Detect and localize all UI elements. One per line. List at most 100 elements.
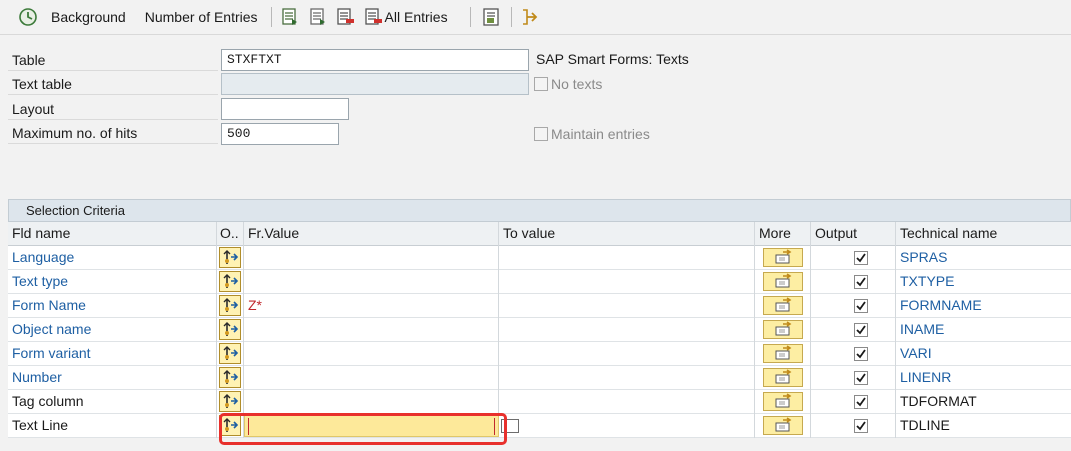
- multiple-selection-arrow-icon: [775, 297, 792, 312]
- technical-name: TDFORMAT: [900, 393, 977, 409]
- selection-option-button[interactable]: [219, 295, 241, 316]
- col-header-fld-name[interactable]: Fld name: [8, 222, 217, 246]
- field-name[interactable]: Form Name: [8, 294, 217, 318]
- multiple-selection-button[interactable]: [763, 416, 803, 435]
- number-of-entries-button[interactable]: Number of Entries: [145, 0, 258, 34]
- no-texts-label: No texts: [551, 76, 603, 92]
- more-cell: [755, 414, 811, 438]
- multiple-selection-arrow-icon: [775, 345, 792, 360]
- field-name[interactable]: Form variant: [8, 342, 217, 366]
- more-cell: [755, 270, 811, 294]
- export-button[interactable]: [520, 0, 540, 34]
- output-checkbox[interactable]: [854, 419, 868, 433]
- selection-option-button[interactable]: [219, 319, 241, 340]
- text-table-label: Text table: [8, 73, 218, 95]
- selection-option-icon: [223, 322, 239, 336]
- multiple-selection-arrow-icon: [775, 321, 792, 336]
- col-header-technical-name[interactable]: Technical name: [896, 222, 1071, 246]
- output-checkbox[interactable]: [854, 323, 868, 337]
- from-value-input[interactable]: [244, 366, 499, 390]
- field-selection-button[interactable]: [481, 0, 501, 34]
- checkmark-icon: [856, 349, 866, 359]
- select-block-icon: [309, 8, 325, 25]
- multiple-selection-button[interactable]: [763, 368, 803, 387]
- output-checkbox[interactable]: [854, 251, 868, 265]
- technical-name: VARI: [900, 345, 932, 361]
- selection-option-button[interactable]: [219, 343, 241, 364]
- all-entries-button[interactable]: All Entries: [364, 0, 448, 34]
- no-texts-checkbox[interactable]: [534, 77, 548, 91]
- selection-option-button[interactable]: [219, 271, 241, 292]
- max-hits-label: Maximum no. of hits: [8, 122, 218, 144]
- table-row: Form variant VARI: [8, 342, 1071, 366]
- field-name[interactable]: Object name: [8, 318, 217, 342]
- checkmark-icon: [856, 373, 866, 383]
- multiple-selection-button[interactable]: [763, 272, 803, 291]
- from-value-input[interactable]: [244, 390, 499, 414]
- more-cell: [755, 318, 811, 342]
- multiple-selection-button[interactable]: [763, 320, 803, 339]
- output-checkbox[interactable]: [854, 299, 868, 313]
- layout-input[interactable]: [221, 98, 349, 120]
- to-value-input[interactable]: [499, 414, 755, 438]
- field-name[interactable]: Number: [8, 366, 217, 390]
- output-cell: [811, 342, 896, 366]
- max-hits-input[interactable]: 500: [221, 123, 339, 145]
- to-value-input[interactable]: [499, 294, 755, 318]
- field-name[interactable]: Text type: [8, 270, 217, 294]
- col-header-from-value[interactable]: Fr.Value: [244, 222, 499, 246]
- col-header-option[interactable]: O..: [217, 222, 244, 246]
- output-cell: [811, 246, 896, 270]
- checkmark-icon: [856, 253, 866, 263]
- option-cell: [217, 390, 244, 414]
- to-value-input[interactable]: [499, 246, 755, 270]
- option-cell: [217, 366, 244, 390]
- output-checkbox[interactable]: [854, 347, 868, 361]
- to-value-input[interactable]: [499, 270, 755, 294]
- deselect-button[interactable]: [336, 0, 356, 34]
- execute-button[interactable]: [18, 0, 38, 34]
- all-entries-label: All Entries: [384, 9, 448, 25]
- select-block-button[interactable]: [308, 0, 328, 34]
- table-label: Table: [8, 49, 218, 71]
- output-checkbox[interactable]: [854, 395, 868, 409]
- selection-option-button[interactable]: [219, 367, 241, 388]
- from-value-input[interactable]: [244, 270, 499, 294]
- table-row: Form Name Z* FORMNAME: [8, 294, 1071, 318]
- multiple-selection-button[interactable]: [763, 344, 803, 363]
- option-cell: [217, 342, 244, 366]
- col-header-to-value[interactable]: To value: [499, 222, 755, 246]
- maintain-entries-checkbox[interactable]: [534, 127, 548, 141]
- output-checkbox[interactable]: [854, 371, 868, 385]
- col-header-output[interactable]: Output: [811, 222, 896, 246]
- toolbar-separator: [469, 7, 471, 27]
- multiple-selection-arrow-icon: [775, 249, 792, 264]
- multiple-selection-button[interactable]: [763, 248, 803, 267]
- execute-clock-icon: [19, 8, 37, 26]
- to-value-input[interactable]: [499, 342, 755, 366]
- from-value-input[interactable]: [244, 246, 499, 270]
- from-value-input[interactable]: [244, 318, 499, 342]
- table-description: SAP Smart Forms: Texts: [536, 51, 689, 67]
- checkmark-icon: [856, 301, 866, 311]
- technical-name: INAME: [900, 321, 945, 337]
- output-cell: [811, 366, 896, 390]
- table-input[interactable]: STXFTXT: [221, 49, 529, 71]
- to-value-input[interactable]: [499, 318, 755, 342]
- deselect-icon: [336, 8, 354, 25]
- multiple-selection-button[interactable]: [763, 296, 803, 315]
- to-value-input[interactable]: [499, 390, 755, 414]
- field-name[interactable]: Language: [8, 246, 217, 270]
- select-all-button[interactable]: [280, 0, 300, 34]
- col-header-more[interactable]: More: [755, 222, 811, 246]
- selection-option-button[interactable]: [219, 391, 241, 412]
- to-value-input[interactable]: [499, 366, 755, 390]
- more-cell: [755, 342, 811, 366]
- from-value-input[interactable]: Z*: [244, 294, 499, 318]
- selection-option-button[interactable]: [219, 247, 241, 268]
- background-button[interactable]: Background: [51, 0, 126, 34]
- from-value-input[interactable]: [244, 342, 499, 366]
- table-body: Language SPRAS Text type TXTYPE Form Name Z* F…: [8, 246, 1071, 438]
- multiple-selection-button[interactable]: [763, 392, 803, 411]
- output-checkbox[interactable]: [854, 275, 868, 289]
